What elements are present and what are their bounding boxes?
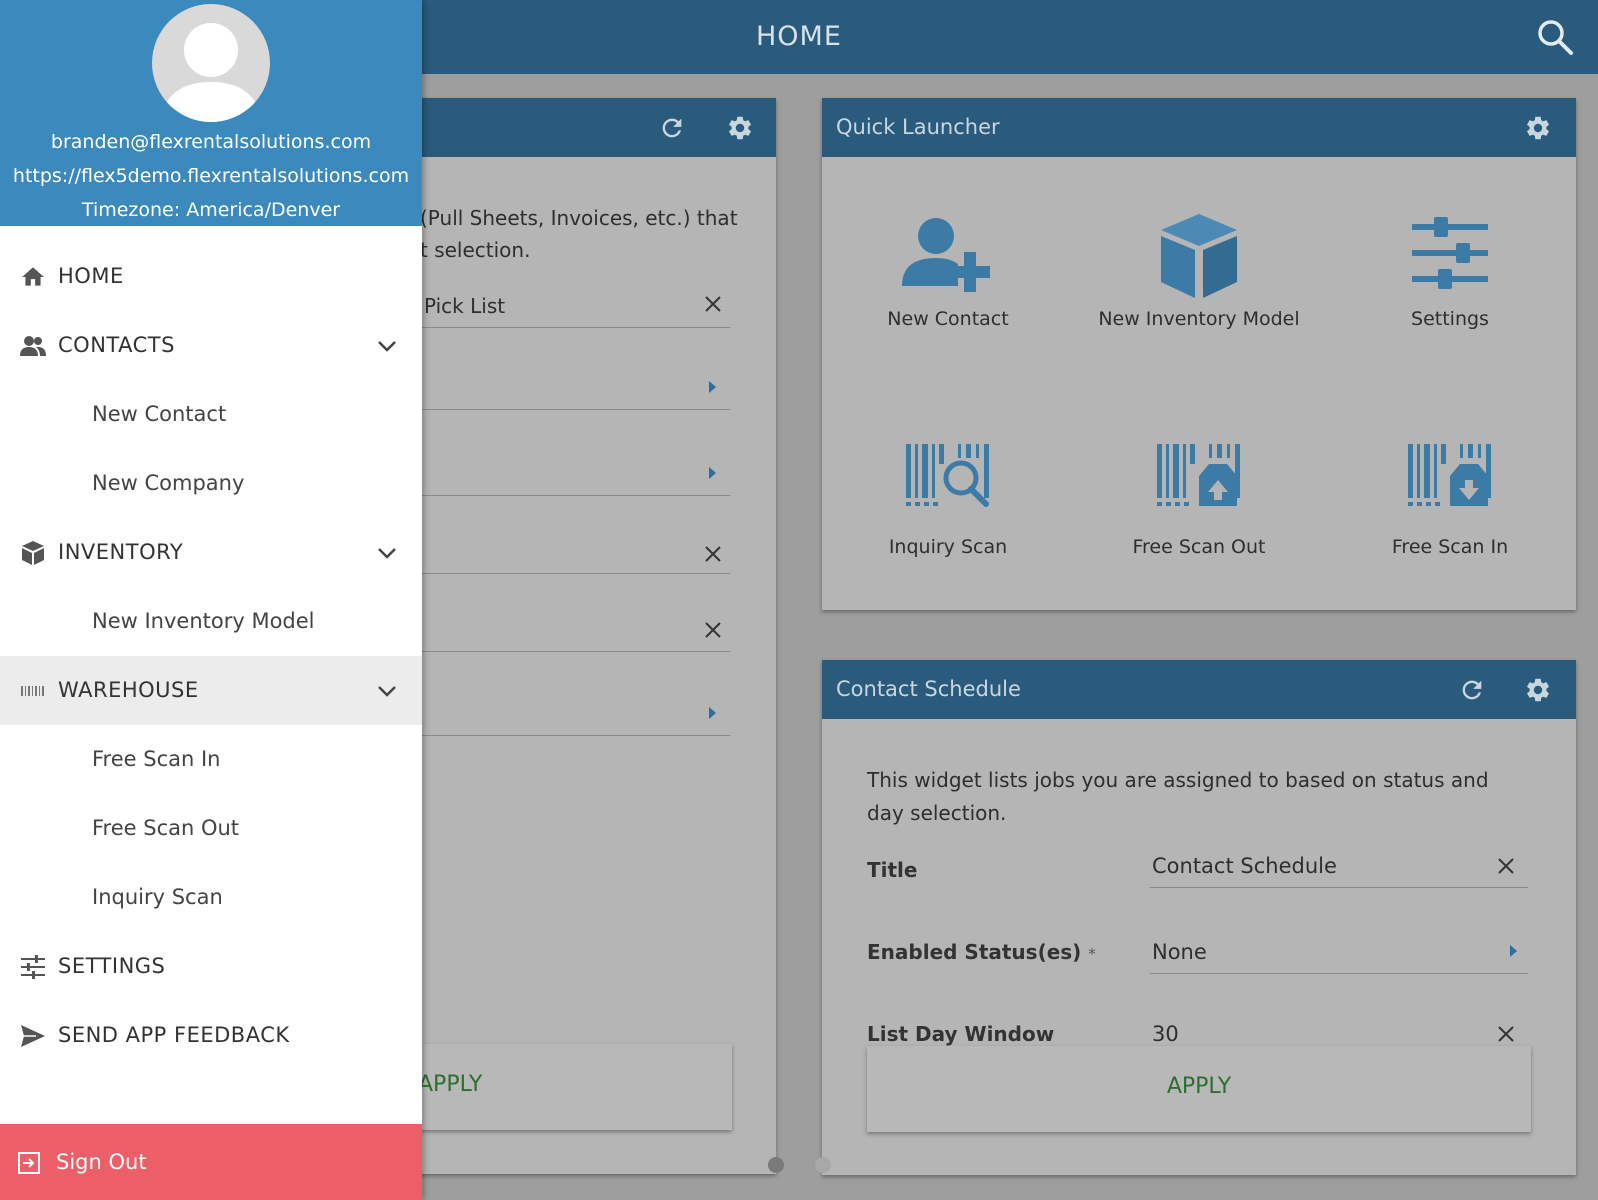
widget-description: (Pull Sheets, Invoices, etc.) that t sel… (420, 206, 738, 262)
card-title: Quick Launcher (836, 115, 1000, 139)
timezone: Timezone: America/Denver (81, 199, 341, 221)
page-dot[interactable] (815, 1157, 831, 1173)
navigation-drawer: branden@flexrentalsolutions.com https://… (0, 0, 422, 1200)
clear-icon[interactable] (703, 620, 723, 640)
launch-inquiry-scan[interactable]: Inquiry Scan (828, 440, 1068, 590)
send-icon (20, 1023, 46, 1049)
nav-settings[interactable]: SETTINGS (0, 932, 422, 1001)
clear-icon[interactable] (703, 294, 723, 314)
search-icon[interactable] (1536, 18, 1574, 56)
sliders-icon (1400, 212, 1500, 302)
card-title: Contact Schedule (836, 677, 1021, 701)
barcode-icon (20, 678, 46, 704)
nav-send-feedback[interactable]: SEND APP FEEDBACK (0, 1001, 422, 1070)
title-input[interactable]: Contact Schedule (1150, 844, 1528, 888)
nav-new-inventory-model[interactable]: New Inventory Model (0, 587, 422, 656)
chevron-down-icon[interactable] (376, 542, 398, 564)
cube-icon (1149, 212, 1249, 302)
refresh-icon[interactable] (1458, 676, 1486, 704)
enabled-status-label: Enabled Status(es) * (867, 940, 1096, 964)
quick-launcher-widget: Quick Launcher New Contact New Inventory… (822, 98, 1576, 610)
nav-inquiry-scan[interactable]: Inquiry Scan (0, 863, 422, 932)
offset-field[interactable] (410, 600, 730, 652)
launch-settings[interactable]: Settings (1330, 212, 1570, 362)
status-field[interactable] (410, 358, 730, 410)
avatar[interactable] (152, 4, 270, 122)
card-header: Contact Schedule (822, 660, 1576, 719)
nav-new-contact[interactable]: New Contact (0, 380, 422, 449)
title-field-value: Pick List (424, 294, 506, 318)
nav-inventory[interactable]: INVENTORY (0, 518, 422, 587)
required-mark: * (1088, 945, 1096, 963)
contacts-icon (20, 333, 46, 359)
add-contact-icon (898, 212, 998, 302)
card-header (410, 98, 776, 157)
gear-icon[interactable] (1524, 676, 1552, 704)
day-window-field[interactable] (410, 522, 730, 574)
title-input-value: Contact Schedule (1152, 854, 1337, 878)
type-field[interactable] (410, 444, 730, 496)
page-dot-active[interactable] (768, 1157, 784, 1173)
title-field[interactable]: Pick List (410, 284, 730, 328)
caret-right-icon[interactable] (707, 706, 717, 720)
pick-list-widget: (Pull Sheets, Invoices, etc.) that t sel… (410, 98, 776, 1174)
launch-free-scan-in[interactable]: Free Scan In (1330, 440, 1570, 590)
barcode-search-icon (898, 440, 998, 530)
gear-icon[interactable] (1524, 114, 1552, 142)
caret-right-icon[interactable] (707, 380, 717, 394)
title-label: Title (867, 858, 918, 882)
barcode-download-icon (1400, 440, 1500, 530)
list-day-window-value: 30 (1152, 1022, 1179, 1046)
refresh-icon[interactable] (658, 114, 686, 142)
card-header: Quick Launcher (822, 98, 1576, 157)
nav-free-scan-in[interactable]: Free Scan In (0, 725, 422, 794)
launch-new-inventory-model[interactable]: New Inventory Model (1079, 212, 1319, 362)
apply-button[interactable]: APPLY (410, 1044, 732, 1130)
clear-icon[interactable] (1496, 1024, 1516, 1044)
contact-schedule-widget: Contact Schedule This widget lists jobs … (822, 660, 1576, 1175)
widget-description: This widget lists jobs you are assigned … (867, 768, 1489, 825)
apply-button[interactable]: APPLY (867, 1046, 1531, 1132)
gear-icon[interactable] (726, 114, 754, 142)
enabled-status-value: None (1152, 940, 1207, 964)
enabled-status-select[interactable]: None (1150, 928, 1528, 974)
launch-new-contact[interactable]: New Contact (828, 212, 1068, 362)
chevron-down-icon[interactable] (376, 680, 398, 702)
list-day-window-label: List Day Window (867, 1022, 1055, 1046)
caret-right-icon[interactable] (707, 466, 717, 480)
launch-free-scan-out[interactable]: Free Scan Out (1079, 440, 1319, 590)
home-icon (20, 264, 46, 290)
caret-right-icon[interactable] (1508, 944, 1518, 958)
sliders-icon (20, 954, 46, 980)
sign-out-button[interactable]: Sign Out (0, 1124, 422, 1200)
sign-out-icon (17, 1151, 41, 1175)
clear-icon[interactable] (703, 544, 723, 564)
nav-free-scan-out[interactable]: Free Scan Out (0, 794, 422, 863)
barcode-upload-icon (1149, 440, 1249, 530)
page-title: HOME (756, 21, 842, 52)
server-url: https://flex5demo.flexrentalsolutions.co… (12, 165, 410, 187)
profile-header: branden@flexrentalsolutions.com https://… (0, 0, 422, 226)
nav-home[interactable]: HOME (0, 242, 422, 311)
clear-icon[interactable] (1496, 856, 1516, 876)
filter-field[interactable] (410, 684, 730, 736)
cube-icon (20, 540, 46, 566)
chevron-down-icon[interactable] (376, 335, 398, 357)
nav-new-company[interactable]: New Company (0, 449, 422, 518)
nav-warehouse[interactable]: WAREHOUSE (0, 656, 422, 725)
nav-contacts[interactable]: CONTACTS (0, 311, 422, 380)
user-email: branden@flexrentalsolutions.com (50, 131, 372, 153)
